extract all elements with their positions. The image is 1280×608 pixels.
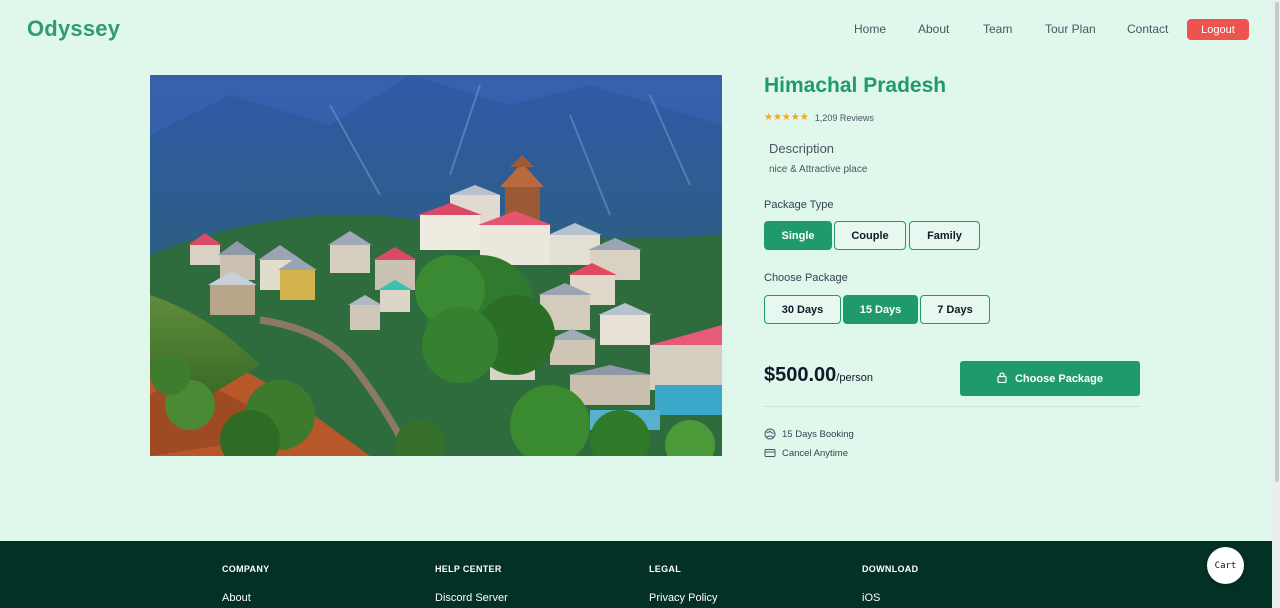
footer-link-ios[interactable]: iOS xyxy=(862,592,880,604)
package-type-single-button[interactable]: Single xyxy=(764,221,832,250)
package-type-family-button[interactable]: Family xyxy=(909,221,980,250)
nav-about-link[interactable]: About xyxy=(918,22,949,36)
choose-package-label: Choose Package xyxy=(1014,372,1104,385)
scrollbar-thumb[interactable] xyxy=(1275,2,1279,482)
footer-heading-download: DOWNLOAD xyxy=(862,564,919,574)
destination-title: Himachal Pradesh xyxy=(764,74,947,97)
card-icon xyxy=(764,447,776,459)
footer-link-discord-server[interactable]: Discord Server xyxy=(435,592,508,604)
footer-heading-company: COMPANY xyxy=(222,564,270,574)
choose-package-button[interactable]: Choose Package xyxy=(960,361,1140,396)
destination-image xyxy=(150,75,722,456)
package-type-label: Package Type xyxy=(764,199,834,211)
duration-15-days-button[interactable]: 15 Days xyxy=(843,295,918,324)
nav-home-link[interactable]: Home xyxy=(854,22,886,36)
feature-cancel: Cancel Anytime xyxy=(764,447,848,459)
globe-icon xyxy=(764,428,776,440)
top-navbar: Odyssey Home About Team Tour Plan Contac… xyxy=(0,0,1272,60)
brand-logo[interactable]: Odyssey xyxy=(27,16,120,42)
star-rating-icon: ★★★★★ xyxy=(764,112,809,123)
divider xyxy=(764,406,1140,407)
price-amount: $500.00 xyxy=(764,364,837,386)
description-heading: Description xyxy=(769,141,835,156)
nav-team-link[interactable]: Team xyxy=(983,22,1012,36)
mountain-village-photo xyxy=(150,75,722,456)
logout-button[interactable]: Logout xyxy=(1187,19,1249,40)
duration-30-days-button[interactable]: 30 Days xyxy=(764,295,841,324)
nav-contact-link[interactable]: Contact xyxy=(1127,22,1168,36)
footer-heading-legal: LEGAL xyxy=(649,564,681,574)
duration-7-days-button[interactable]: 7 Days xyxy=(920,295,990,324)
package-type-couple-button[interactable]: Couple xyxy=(834,221,906,250)
footer: COMPANY HELP CENTER LEGAL DOWNLOAD About… xyxy=(0,541,1272,608)
footer-link-about[interactable]: About xyxy=(222,592,251,604)
cart-button[interactable]: Cart xyxy=(1207,547,1244,584)
review-count: 1,209 Reviews xyxy=(814,112,874,123)
rating-row: ★★★★★ 1,209 Reviews xyxy=(764,112,874,123)
feature-cancel-text: Cancel Anytime xyxy=(782,447,849,459)
description-text: nice & Attractive place xyxy=(769,164,868,175)
footer-heading-help-center: HELP CENTER xyxy=(435,564,502,574)
price-display: $500.00 /person xyxy=(764,364,873,387)
choose-package-label: Choose Package xyxy=(764,272,848,284)
feature-booking-text: 15 Days Booking xyxy=(782,428,854,440)
price-unit: /person xyxy=(836,372,873,384)
nav-tour-plan-link[interactable]: Tour Plan xyxy=(1045,22,1096,36)
footer-link-privacy-policy[interactable]: Privacy Policy xyxy=(649,592,717,604)
feature-booking: 15 Days Booking xyxy=(764,428,854,440)
lock-icon xyxy=(997,371,1007,386)
